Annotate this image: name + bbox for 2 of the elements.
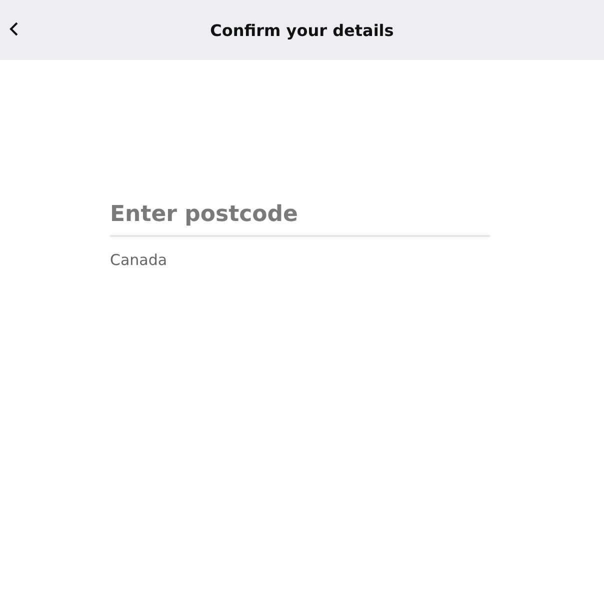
page-title: Confirm your details <box>210 20 394 40</box>
country-label: Canada <box>110 251 168 269</box>
